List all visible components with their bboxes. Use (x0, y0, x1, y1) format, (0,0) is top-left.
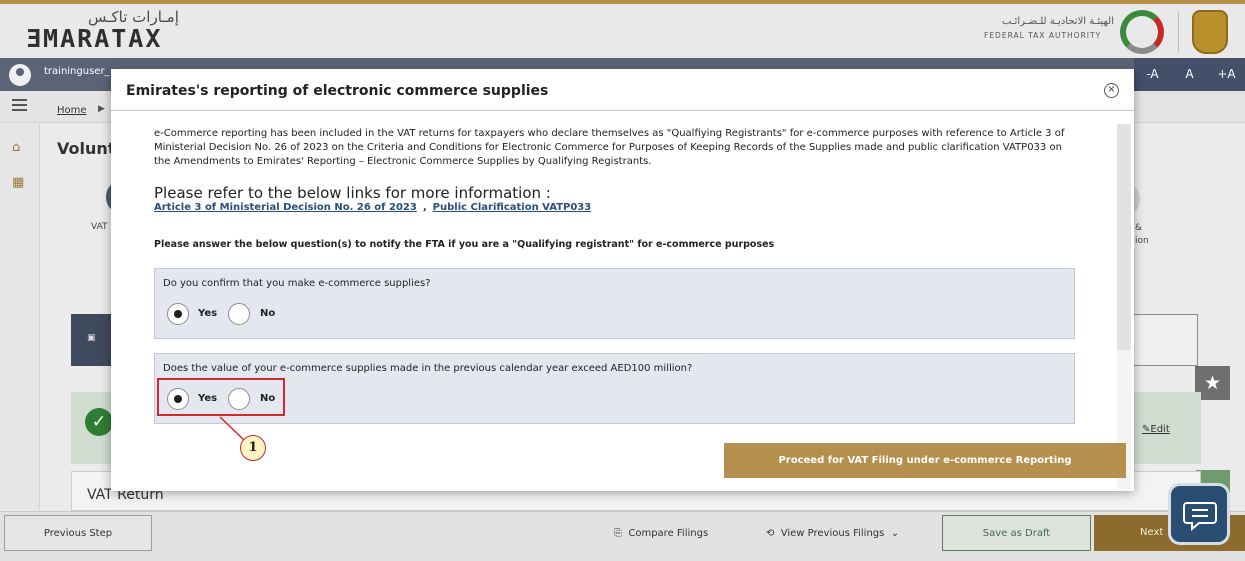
chat-support-button[interactable] (1168, 483, 1230, 545)
annotation-pointer-line (219, 416, 245, 441)
annotation-callout: 1 (240, 435, 266, 461)
chat-icon (1183, 502, 1217, 532)
